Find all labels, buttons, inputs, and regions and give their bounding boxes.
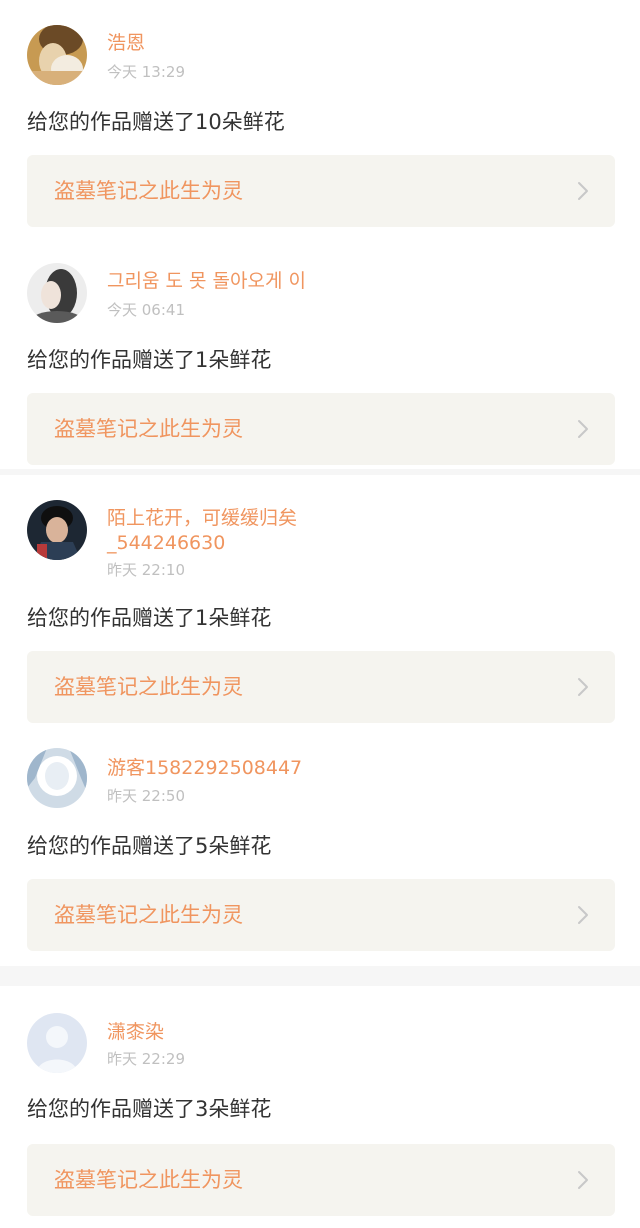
- timestamp: 昨天 22:29: [107, 1050, 185, 1068]
- notification-item: 浩恩 今天 13:29 给您的作品赠送了10朵鲜花 盗墓笔记之此生为灵: [0, 25, 640, 230]
- gift-message: 给您的作品赠送了1朵鲜花: [27, 348, 272, 372]
- notification-item: 陌上花开，可缓缓归矣 _544246630 昨天 22:10 给您的作品赠送了1…: [0, 500, 640, 725]
- username-line-1[interactable]: 陌上花开，可缓缓归矣: [107, 506, 297, 531]
- work-card[interactable]: 盗墓笔记之此生为灵: [27, 1144, 615, 1216]
- chevron-right-icon: [578, 182, 588, 200]
- timestamp: 昨天 22:50: [107, 787, 185, 805]
- work-title: 盗墓笔记之此生为灵: [54, 675, 243, 699]
- user-avatar-photo-icon: [27, 748, 87, 808]
- chevron-right-icon: [578, 906, 588, 924]
- user-avatar[interactable]: [27, 263, 87, 323]
- work-title: 盗墓笔记之此生为灵: [54, 179, 243, 203]
- username[interactable]: 浩恩: [107, 31, 145, 56]
- timestamp: 今天 06:41: [107, 301, 185, 319]
- gift-notification-feed: 浩恩 今天 13:29 给您的作品赠送了10朵鲜花 盗墓笔记之此生为灵 그리움 …: [0, 0, 640, 1228]
- user-avatar-photo-icon: [27, 500, 87, 560]
- user-avatar[interactable]: [27, 500, 87, 560]
- username[interactable]: 潇桼染: [107, 1020, 164, 1045]
- work-card[interactable]: 盗墓笔记之此生为灵: [27, 393, 615, 465]
- user-avatar[interactable]: [27, 748, 87, 808]
- work-card[interactable]: 盗墓笔记之此生为灵: [27, 651, 615, 723]
- work-title: 盗墓笔记之此生为灵: [54, 903, 243, 927]
- username[interactable]: 游客1582292508447: [107, 756, 302, 781]
- chevron-right-icon: [578, 420, 588, 438]
- section-divider: [0, 966, 640, 986]
- work-card[interactable]: 盗墓笔记之此生为灵: [27, 879, 615, 951]
- notification-item: 그리움 도 못 돌아오게 이 今天 06:41 给您的作品赠送了1朵鲜花 盗墓笔…: [0, 263, 640, 468]
- gift-message: 给您的作品赠送了3朵鲜花: [27, 1097, 272, 1121]
- user-avatar-photo-icon: [27, 25, 87, 85]
- username-line-2[interactable]: _544246630: [107, 531, 225, 556]
- chevron-right-icon: [578, 1171, 588, 1189]
- user-avatar[interactable]: [27, 25, 87, 85]
- gift-message: 给您的作品赠送了5朵鲜花: [27, 834, 272, 858]
- notification-item: 游客1582292508447 昨天 22:50 给您的作品赠送了5朵鲜花 盗墓…: [0, 748, 640, 953]
- work-card[interactable]: 盗墓笔记之此生为灵: [27, 155, 615, 227]
- section-divider: [0, 469, 640, 475]
- gift-message: 给您的作品赠送了10朵鲜花: [27, 110, 285, 134]
- work-title: 盗墓笔记之此生为灵: [54, 1168, 243, 1192]
- default-avatar-icon: [27, 1013, 87, 1073]
- username[interactable]: 그리움 도 못 돌아오게 이: [107, 269, 306, 294]
- timestamp: 昨天 22:10: [107, 561, 185, 579]
- chevron-right-icon: [578, 678, 588, 696]
- gift-message: 给您的作品赠送了1朵鲜花: [27, 606, 272, 630]
- work-title: 盗墓笔记之此生为灵: [54, 417, 243, 441]
- user-avatar[interactable]: [27, 1013, 87, 1073]
- notification-item: 潇桼染 昨天 22:29 给您的作品赠送了3朵鲜花 盗墓笔记之此生为灵: [0, 1013, 640, 1218]
- timestamp: 今天 13:29: [107, 63, 185, 81]
- user-avatar-photo-icon: [27, 263, 87, 323]
